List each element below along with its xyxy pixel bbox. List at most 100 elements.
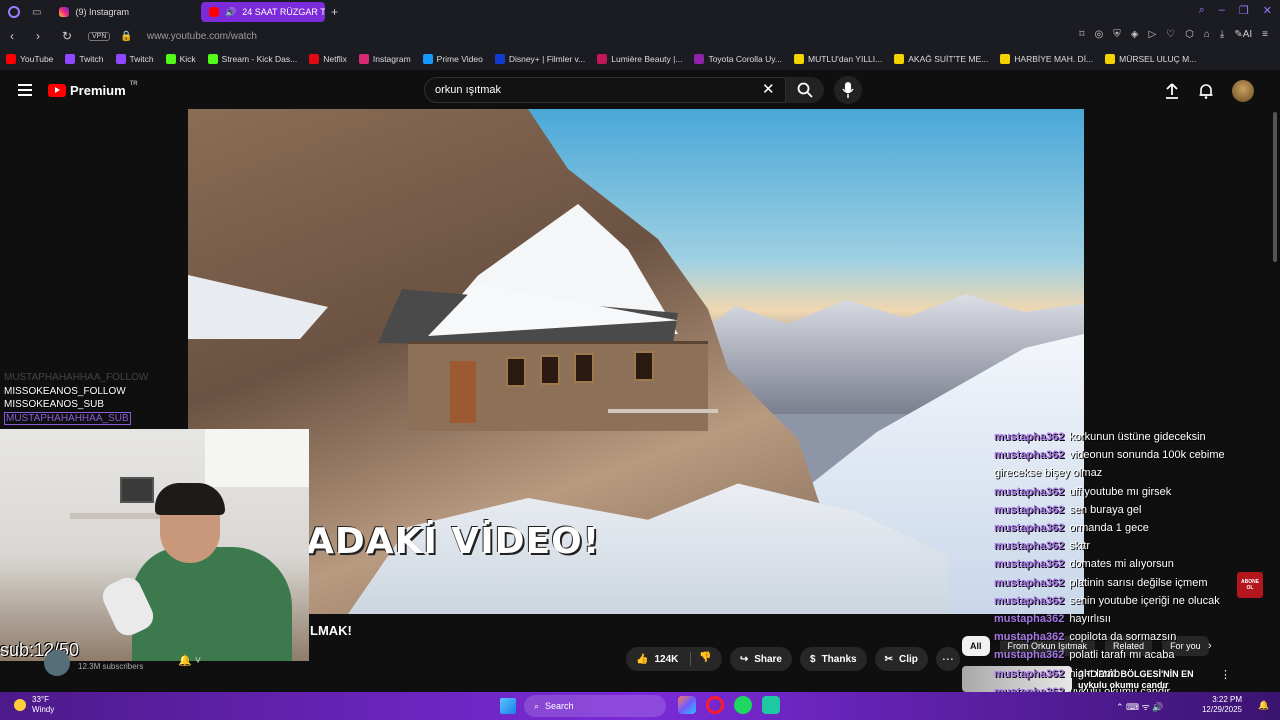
- clip-button[interactable]: ✂ Clip: [874, 647, 928, 671]
- system-tray[interactable]: ⌃ ⌨ ᯤ 🔊: [1116, 700, 1163, 713]
- bookmark-item[interactable]: AKAĞ SUİT'TE ME...: [894, 54, 988, 64]
- bookmark-item[interactable]: Prime Video: [422, 54, 483, 64]
- like-button[interactable]: 👍 124K 👎: [626, 647, 722, 671]
- spotify-icon[interactable]: [734, 696, 752, 714]
- account-avatar[interactable]: [1232, 80, 1254, 102]
- chat-message: mustapha362 skttr: [994, 537, 1244, 555]
- chat-message: mustapha362 ormanda 1 gece: [994, 519, 1244, 537]
- notifications-bell-icon[interactable]: [1198, 83, 1214, 99]
- lock-icon: 🔒: [120, 30, 133, 42]
- url-field[interactable]: www.youtube.com/watch: [147, 31, 257, 42]
- player-icon[interactable]: ▷: [1148, 29, 1156, 40]
- search-tabs-icon[interactable]: ⌕: [1199, 4, 1205, 17]
- clock-date: 12/29/2025: [1201, 705, 1242, 714]
- tab-instagram[interactable]: (9) Instagram: [51, 2, 137, 22]
- voice-search-button[interactable]: [834, 76, 862, 104]
- bookmark-item[interactable]: Twitch: [65, 54, 104, 64]
- tab-label: (9) Instagram: [75, 7, 129, 17]
- subscribed-bell-icon[interactable]: 🔔 ˅: [178, 654, 201, 667]
- taskbar-search[interactable]: ⌕ Search: [524, 695, 666, 717]
- bookmark-item[interactable]: Stream - Kick Das...: [207, 54, 297, 64]
- new-tab-button[interactable]: +: [331, 5, 338, 19]
- download-icon[interactable]: ⤓: [1220, 29, 1224, 40]
- bookmark-item[interactable]: Toyota Corolla Uy...: [694, 54, 782, 64]
- youtube-icon: [208, 7, 219, 17]
- bookmark-label: Kick: [179, 54, 196, 64]
- clear-search-icon[interactable]: ✕: [762, 80, 775, 98]
- video-player[interactable]: ADAKİ VİDEO!: [188, 109, 1084, 614]
- bookmark-item[interactable]: Lumière Beauty |...: [597, 54, 682, 64]
- search-button[interactable]: [786, 77, 824, 103]
- bookmark-item[interactable]: Netflix: [309, 54, 347, 64]
- chat-message: mustapha362 night lamb: [994, 665, 1244, 683]
- bookmark-label: AKAĞ SUİT'TE ME...: [908, 54, 989, 64]
- bookmark-item[interactable]: Kick: [165, 54, 196, 64]
- windows-taskbar: 33°F Windy ⌕ Search ⌃ ⌨ ᯤ 🔊 3:22 PM 12/2…: [0, 692, 1280, 720]
- vpn-badge[interactable]: VPN: [88, 31, 111, 41]
- bookmark-item[interactable]: YouTube: [6, 54, 53, 64]
- bookmark-item[interactable]: MUTLU'dan YILLI...: [794, 54, 882, 64]
- adblock-icon[interactable]: ⛨: [1113, 29, 1121, 40]
- chat-text: senin youtube içeriği ne olucak: [1069, 594, 1220, 607]
- close-window-button[interactable]: ✕: [1263, 4, 1272, 17]
- hamburger-menu-icon[interactable]: [18, 84, 32, 96]
- address-actions: ⌑ ◎ ⛨ ◈ ▷ ♡ ⬡ ⌂ ⤓ ✎AI ≡: [1079, 29, 1268, 40]
- address-bar: ‹ › ↻ VPN 🔒 www.youtube.com/watch ⌑ ◎ ⛨ …: [0, 24, 1280, 48]
- search-input[interactable]: orkun ışıtmak: [424, 77, 786, 103]
- workspaces-icon[interactable]: ▭: [32, 7, 41, 18]
- like-count: 124K: [654, 653, 679, 665]
- weather-widget[interactable]: 33°F Windy: [14, 695, 54, 715]
- ai-button[interactable]: ✎AI: [1234, 29, 1252, 40]
- notification-center-icon[interactable]: 🔔: [1258, 700, 1269, 711]
- more-actions-icon[interactable]: ⋯: [935, 647, 960, 671]
- chat-message: mustapha362 hayırlısıı: [994, 610, 1244, 628]
- opera-taskbar-icon[interactable]: [706, 696, 724, 714]
- snapshot-icon[interactable]: ⌑: [1079, 29, 1084, 40]
- bookmark-item[interactable]: Instagram: [358, 54, 411, 64]
- bookmark-item[interactable]: Twitch: [115, 54, 154, 64]
- streaming-app-icon[interactable]: [762, 696, 780, 714]
- opera-logo-icon[interactable]: [8, 6, 20, 18]
- logo-text: Premium: [70, 83, 126, 98]
- menu-icon[interactable]: ≡: [1262, 29, 1268, 40]
- bookmark-label: HARBİYE MAH. Dİ...: [1014, 54, 1094, 64]
- clip-label: Clip: [898, 653, 918, 665]
- chat-username: mustapha362: [994, 667, 1065, 680]
- chat-text: korkunun üstüne gideceksin: [1069, 431, 1206, 443]
- region-code: TR: [129, 80, 138, 87]
- shield-icon[interactable]: ◈: [1131, 29, 1139, 40]
- extensions-icon[interactable]: ⬡: [1185, 29, 1194, 40]
- forward-button[interactable]: ›: [36, 29, 52, 43]
- thumbs-down-icon[interactable]: 👎: [690, 652, 712, 666]
- chat-text: polatli tarafı mı acaba: [1069, 649, 1175, 662]
- back-button[interactable]: ‹: [10, 29, 26, 43]
- bookmark-item[interactable]: HARBİYE MAH. Dİ...: [1000, 54, 1093, 64]
- tab-youtube[interactable]: 🔊 24 SAAT RÜZGAR TÜR: [200, 2, 325, 22]
- channel-avatar[interactable]: [44, 650, 70, 676]
- weather-temp: 33°F: [32, 695, 49, 704]
- maximize-button[interactable]: ❐: [1239, 4, 1249, 17]
- scrollbar-thumb[interactable]: [1273, 112, 1277, 262]
- thanks-button[interactable]: $ Thanks: [800, 647, 867, 671]
- chip-all[interactable]: All: [962, 636, 990, 656]
- upload-icon[interactable]: [1164, 83, 1180, 99]
- speaker-icon: 🔊: [224, 6, 237, 17]
- minimize-button[interactable]: –: [1219, 4, 1225, 17]
- bookmark-item[interactable]: MÜRSEL ULUÇ M...: [1105, 54, 1196, 64]
- windows-start-icon[interactable]: [500, 698, 516, 714]
- reload-button[interactable]: ↻: [62, 29, 78, 43]
- bookmark-item[interactable]: Disney+ | Filmler v...: [494, 54, 585, 64]
- bookmark-favicon-icon: [165, 54, 176, 64]
- video-hut-door: [450, 361, 476, 423]
- youtube-logo[interactable]: Premium TR: [48, 80, 138, 98]
- video-hut-window: [574, 353, 594, 383]
- heart-icon[interactable]: ♡: [1166, 29, 1175, 40]
- bookmark-favicon-icon: [309, 54, 320, 64]
- wallet-icon[interactable]: ⌂: [1204, 29, 1210, 40]
- share-button[interactable]: ↪ Share: [729, 647, 792, 671]
- camera-icon[interactable]: ◎: [1095, 29, 1104, 40]
- bookmark-favicon-icon: [597, 54, 608, 64]
- chat-message: mustapha362 domates mi alıyorsun: [994, 555, 1244, 573]
- taskbar-clock[interactable]: 3:22 PM 12/29/2025: [1200, 695, 1242, 715]
- copilot-icon[interactable]: [678, 696, 696, 714]
